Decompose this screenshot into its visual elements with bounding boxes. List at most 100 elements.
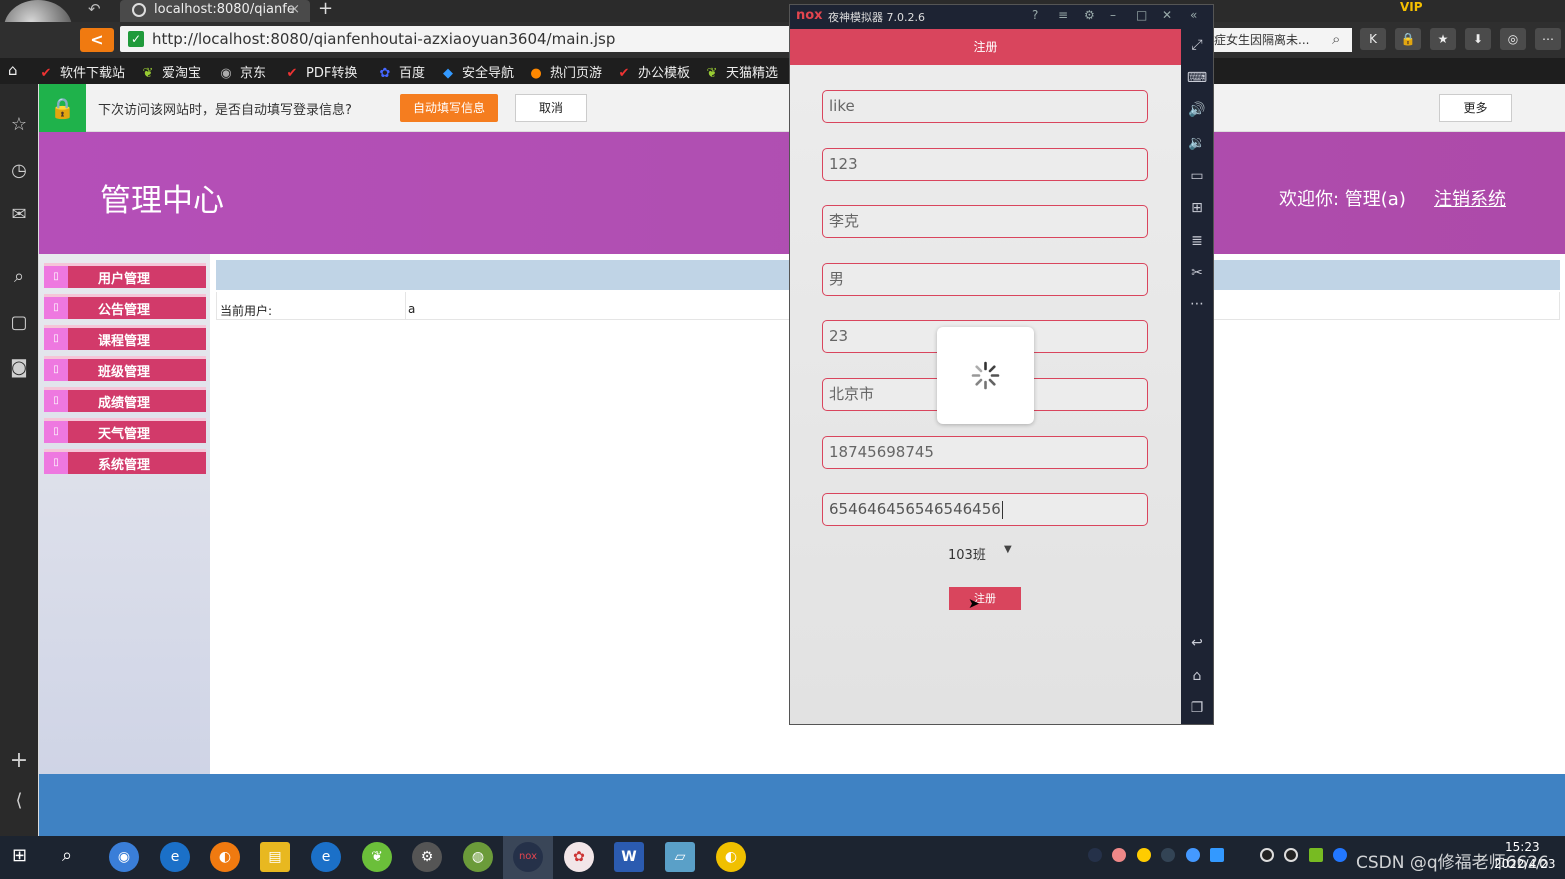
taskbar-search-icon[interactable]: ⌕ (62, 845, 72, 866)
keyboard-icon[interactable]: ⌨ (1186, 70, 1208, 86)
game-icon[interactable]: ◙ (6, 357, 32, 378)
edge-icon[interactable]: e (311, 842, 341, 872)
browser-icon[interactable]: ◐ (210, 842, 240, 872)
nox-taskbar-icon[interactable]: nox (513, 842, 543, 872)
app-yellow-icon[interactable]: ◐ (716, 842, 746, 872)
settings-app-icon[interactable]: ⚙ (412, 842, 442, 872)
close-icon[interactable]: ✕ (1162, 8, 1172, 22)
favorites-icon[interactable]: ☆ (6, 114, 32, 135)
apk-install-icon[interactable]: ⊞ (1186, 200, 1208, 216)
fullscreen-icon[interactable]: ⤢ (1186, 37, 1208, 53)
bookmark-item[interactable]: ✔ 软件下载站 (38, 62, 125, 81)
android-studio-icon[interactable]: ◍ (463, 842, 493, 872)
history-icon[interactable]: ◷ (6, 160, 32, 181)
android-back-icon[interactable]: ↩ (1186, 635, 1208, 651)
bookmark-item[interactable]: ◉ 京东 (218, 62, 266, 81)
notepad-icon[interactable]: ▱ (665, 842, 695, 872)
nav-item-users[interactable]: ▯ 用户管理 (44, 263, 206, 288)
nav-item-notices[interactable]: ▯ 公告管理 (44, 294, 206, 319)
bookmark-item[interactable]: ✿ 百度 (377, 62, 425, 81)
menu-icon[interactable]: ⋯ (1535, 28, 1561, 50)
phone-field[interactable]: 18745698745 (822, 436, 1148, 469)
search-input[interactable]: 症女生因隔离未... (1210, 28, 1352, 52)
class-select[interactable]: 103班 (948, 544, 986, 563)
tray-nox2-icon[interactable] (1161, 848, 1175, 862)
sidebar-search-icon[interactable]: ⌕ (6, 266, 32, 287)
tray-yellow-icon[interactable] (1137, 848, 1151, 862)
bookmark-item[interactable]: ✔ 办公模板 (616, 62, 690, 81)
url-text[interactable]: http://localhost:8080/qianfenhoutai-azxi… (152, 30, 615, 48)
menu-icon[interactable]: ≡ (1058, 8, 1068, 22)
bookmark-item[interactable]: ◆ 安全导航 (440, 62, 514, 81)
scissors-icon[interactable]: ✂ (1186, 265, 1208, 281)
bookmark-item[interactable]: ● 热门页游 (528, 62, 602, 81)
dropdown-arrow-icon[interactable]: ▼ (1004, 544, 1012, 555)
word-icon[interactable]: W (614, 842, 644, 872)
minimize-icon[interactable]: – (1110, 8, 1116, 22)
register-button[interactable]: 注册 (949, 587, 1021, 610)
windows-start-icon[interactable]: ⊞ (12, 845, 27, 866)
autofill-button[interactable]: 自动填写信息 (400, 94, 498, 122)
more-icon[interactable]: ⋯ (1186, 296, 1208, 312)
cancel-button[interactable]: 取消 (515, 94, 587, 122)
nav-item-weather[interactable]: ▯ 天气管理 (44, 418, 206, 443)
k-icon[interactable]: K (1360, 28, 1386, 50)
app-green-icon[interactable]: ❦ (362, 842, 392, 872)
tray-nox-icon[interactable] (1088, 848, 1102, 862)
ie-icon[interactable]: e (160, 842, 190, 872)
nav-item-grades[interactable]: ▯ 成绩管理 (44, 387, 206, 412)
collapse-icon[interactable]: ⟨ (6, 790, 32, 811)
nav-item-courses[interactable]: ▯ 课程管理 (44, 325, 206, 350)
volume-down-icon[interactable]: 🔉 (1186, 135, 1208, 151)
gamepad-icon[interactable]: ◎ (1500, 28, 1526, 50)
star-icon[interactable]: ★ (1430, 28, 1456, 50)
file-explorer-icon[interactable]: ▤ (260, 842, 290, 872)
back-button[interactable]: < (80, 28, 114, 52)
multi-instance-icon[interactable]: ≣ (1186, 233, 1208, 249)
browser-tab[interactable]: localhost:8080/qianfe × (120, 0, 310, 22)
taskbar-app-icon[interactable]: ◉ (109, 842, 139, 872)
android-recent-icon[interactable]: ❐ (1186, 700, 1208, 716)
undo-icon[interactable]: ↶ (88, 0, 101, 18)
clock-date[interactable]: 2022/4/23 (1494, 857, 1556, 871)
password-field[interactable]: 123 (822, 148, 1148, 181)
tray-pink-icon[interactable] (1112, 848, 1126, 862)
tray-blue-icon[interactable] (1186, 848, 1200, 862)
bookmark-item[interactable]: ❦ 爱淘宝 (140, 62, 201, 81)
collapse-panel-icon[interactable]: « (1190, 8, 1197, 22)
nvidia-icon[interactable] (1309, 848, 1323, 862)
new-tab-button[interactable]: + (318, 0, 333, 18)
nav-item-system[interactable]: ▯ 系统管理 (44, 449, 206, 474)
add-icon[interactable]: + (6, 748, 32, 773)
clock-time[interactable]: 15:23 (1505, 840, 1540, 854)
logout-link[interactable]: 注销系统 (1434, 185, 1506, 211)
name-field[interactable]: 李克 (822, 205, 1148, 238)
gender-field[interactable]: 男 (822, 263, 1148, 296)
settings-icon[interactable]: ⚙ (1084, 8, 1095, 22)
qq2-icon[interactable] (1284, 848, 1298, 862)
qq-icon[interactable] (1260, 848, 1274, 862)
nav-item-classes[interactable]: ▯ 班级管理 (44, 356, 206, 381)
tray-shield-icon[interactable] (1210, 848, 1224, 862)
screen-icon[interactable]: ▭ (1186, 168, 1208, 184)
bookmark-item[interactable]: ❦ 天猫精选 (704, 62, 778, 81)
home-icon[interactable]: ⌂ (8, 61, 18, 79)
bookmark-item[interactable]: ✔ PDF转换 (284, 62, 358, 81)
android-home-icon[interactable]: ⌂ (1186, 668, 1208, 684)
vip-badge[interactable]: VIP (1400, 0, 1423, 14)
mailbox-icon[interactable]: ✉ (6, 204, 32, 225)
lock-icon[interactable]: 🔒 (1395, 28, 1421, 50)
volume-up-icon[interactable]: 🔊 (1186, 102, 1208, 118)
loading-dialog (937, 327, 1034, 424)
tab-close-icon[interactable]: × (289, 0, 300, 20)
more-button[interactable]: 更多 (1439, 94, 1512, 122)
bluetooth-icon[interactable] (1333, 848, 1347, 862)
search-icon[interactable]: ⌕ (1332, 30, 1340, 48)
app-pink-icon[interactable]: ✿ (564, 842, 594, 872)
id-card-field[interactable]: 654646456546546456 (822, 493, 1148, 526)
username-field[interactable]: like (822, 90, 1148, 123)
help-icon[interactable]: ? (1032, 8, 1038, 22)
shopping-bag-icon[interactable]: ▢ (6, 312, 32, 333)
download-icon[interactable]: ⬇ (1465, 28, 1491, 50)
maximize-icon[interactable]: □ (1136, 8, 1147, 22)
